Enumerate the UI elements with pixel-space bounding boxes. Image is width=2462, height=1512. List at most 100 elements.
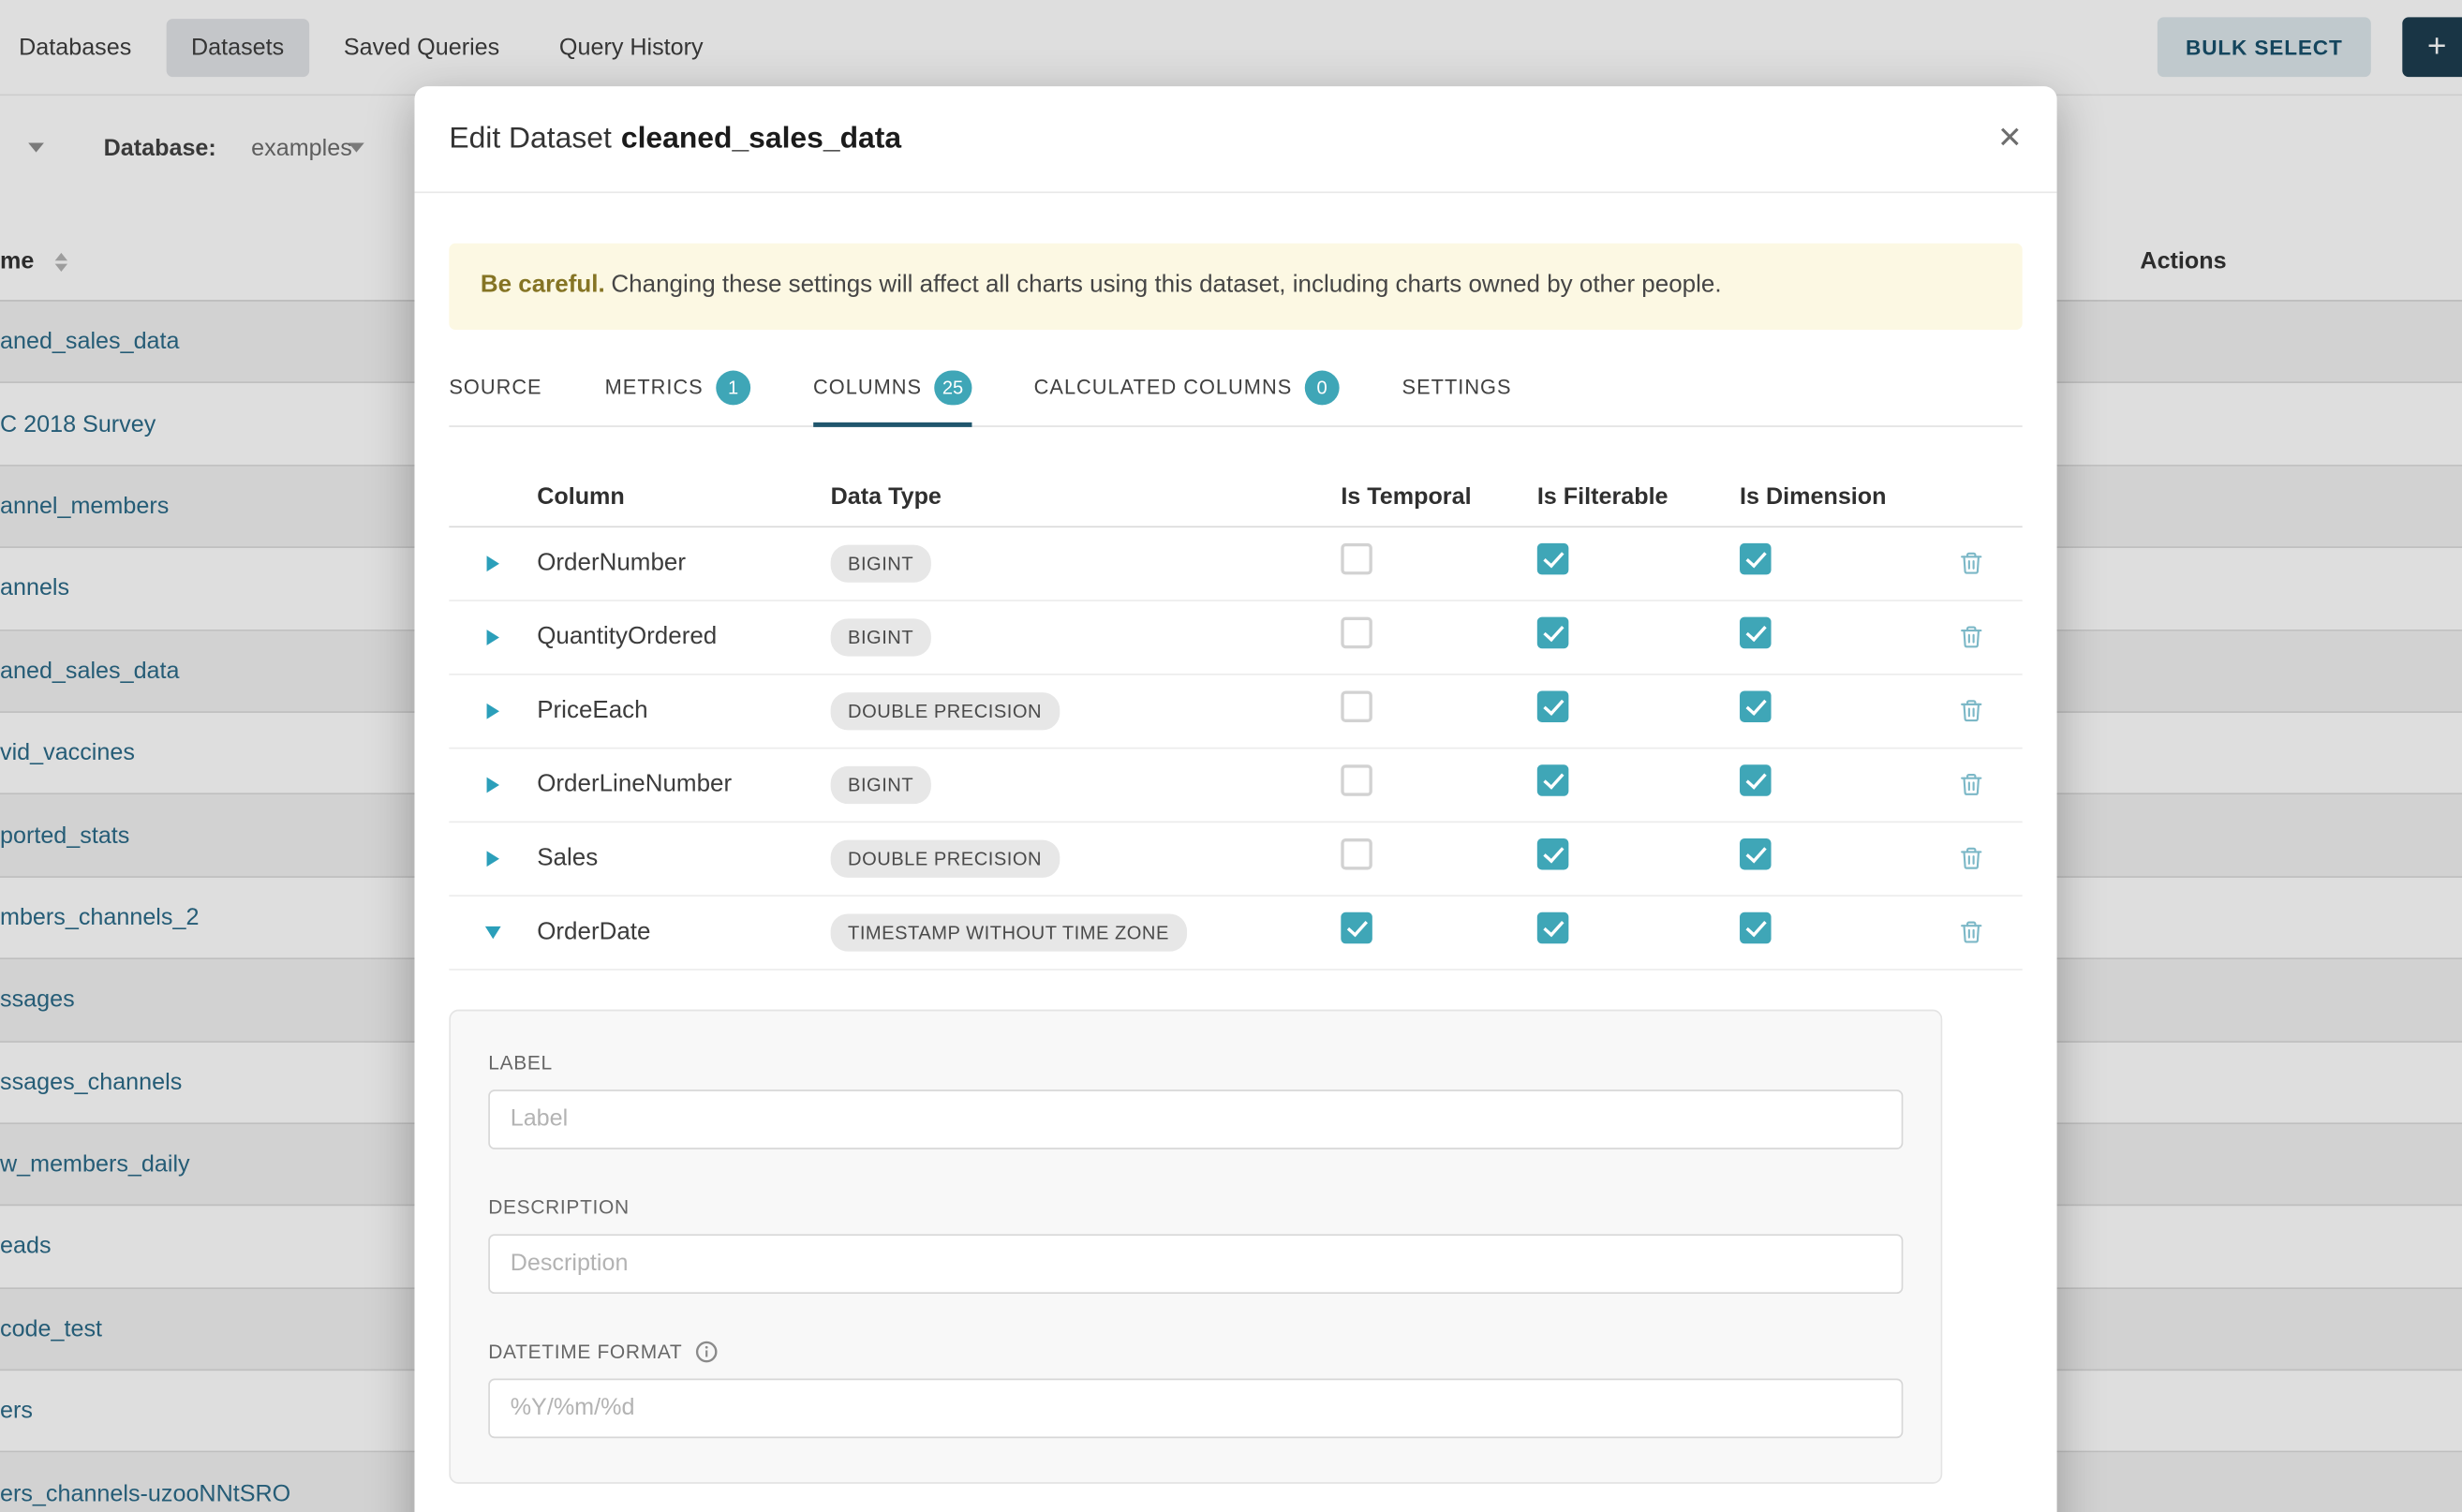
columns-table-body: OrderNumberBIGINTQuantityOrderedBIGINTPr… bbox=[449, 527, 2022, 971]
column-name: OrderLineNumber bbox=[537, 771, 732, 797]
tab-label: SOURCE bbox=[449, 376, 541, 399]
is-dimension-checkbox-cell bbox=[1740, 765, 1942, 805]
expand-cell bbox=[449, 851, 537, 867]
close-icon[interactable]: ✕ bbox=[1997, 124, 2023, 154]
tab-calculated-columns[interactable]: CALCULATED COLUMNS0 bbox=[1034, 355, 1340, 425]
modal-title-prefix: Edit Dataset bbox=[449, 122, 611, 155]
trash-icon bbox=[1958, 919, 1984, 945]
tab-metrics[interactable]: METRICS1 bbox=[605, 355, 750, 425]
modal-tabs: SOURCE METRICS1 COLUMNS 25 CALCULATED COLUMN… bbox=[449, 355, 2022, 427]
tab-label: SETTINGS bbox=[1402, 376, 1512, 399]
description-input[interactable] bbox=[488, 1234, 1903, 1294]
data-type-cell: TIMESTAMP WITHOUT TIME ZONE bbox=[831, 913, 1342, 951]
is-dimension-checkbox[interactable] bbox=[1740, 839, 1772, 871]
is-temporal-checkbox[interactable] bbox=[1341, 839, 1372, 871]
is-dimension-checkbox[interactable] bbox=[1740, 691, 1772, 723]
tab-label: METRICS bbox=[605, 376, 704, 399]
trash-icon bbox=[1958, 550, 1984, 576]
column-row: SalesDOUBLE PRECISION bbox=[449, 823, 2022, 897]
expand-caret-icon[interactable] bbox=[487, 851, 499, 867]
info-icon[interactable] bbox=[695, 1341, 717, 1362]
column-header-is-dimension: Is Dimension bbox=[1740, 483, 1942, 510]
delete-column-button[interactable] bbox=[1955, 547, 1988, 580]
expand-cell bbox=[449, 630, 537, 645]
expand-caret-icon[interactable] bbox=[487, 556, 499, 571]
is-dimension-checkbox-cell bbox=[1740, 691, 1942, 731]
expand-caret-icon[interactable] bbox=[487, 704, 499, 719]
is-filterable-checkbox[interactable] bbox=[1537, 691, 1569, 723]
tab-settings[interactable]: SETTINGS bbox=[1402, 355, 1512, 425]
is-dimension-checkbox-cell bbox=[1740, 617, 1942, 657]
is-dimension-checkbox-cell bbox=[1740, 912, 1942, 952]
tab-label: COLUMNS bbox=[813, 376, 922, 399]
data-type-pill: DOUBLE PRECISION bbox=[831, 692, 1060, 730]
is-filterable-checkbox-cell bbox=[1537, 839, 1740, 879]
screen: DatabasesDatasetsSaved QueriesQuery Hist… bbox=[0, 0, 2462, 1512]
is-temporal-checkbox-cell bbox=[1341, 544, 1537, 584]
data-type-pill: BIGINT bbox=[831, 544, 931, 582]
expand-cell bbox=[449, 777, 537, 793]
modal-body: Be careful.Changing these settings will … bbox=[414, 244, 2056, 1484]
is-dimension-checkbox[interactable] bbox=[1740, 912, 1772, 944]
is-filterable-checkbox[interactable] bbox=[1537, 839, 1569, 871]
column-name-cell: OrderNumber bbox=[537, 549, 830, 577]
delete-column-button[interactable] bbox=[1955, 621, 1988, 654]
is-temporal-checkbox-cell bbox=[1341, 839, 1537, 879]
is-temporal-checkbox[interactable] bbox=[1341, 544, 1372, 576]
is-temporal-checkbox[interactable] bbox=[1341, 691, 1372, 723]
label-field-group: LABEL bbox=[488, 1052, 1903, 1149]
column-name-cell: OrderDate bbox=[537, 918, 830, 946]
column-header-data-type: Data Type bbox=[831, 483, 1342, 510]
label-field-label: LABEL bbox=[488, 1052, 1903, 1074]
column-header-is-temporal: Is Temporal bbox=[1341, 483, 1537, 510]
is-temporal-checkbox[interactable] bbox=[1341, 617, 1372, 649]
description-field-group: DESCRIPTION bbox=[488, 1196, 1903, 1294]
collapse-caret-icon[interactable] bbox=[485, 926, 501, 939]
is-filterable-checkbox-cell bbox=[1537, 765, 1740, 805]
column-header-is-filterable: Is Filterable bbox=[1537, 483, 1740, 510]
delete-column-button[interactable] bbox=[1955, 695, 1988, 728]
is-dimension-checkbox-cell bbox=[1740, 839, 1942, 879]
delete-column-button[interactable] bbox=[1955, 916, 1988, 949]
datetime-format-input[interactable] bbox=[488, 1378, 1903, 1438]
is-temporal-checkbox-cell bbox=[1341, 765, 1537, 805]
modal-title: Edit Datasetcleaned_sales_data bbox=[449, 122, 901, 156]
warning-banner-bold: Be careful. bbox=[481, 272, 605, 298]
delete-column-button[interactable] bbox=[1955, 768, 1988, 801]
expand-caret-icon[interactable] bbox=[487, 777, 499, 793]
delete-cell bbox=[1942, 916, 2022, 949]
is-filterable-checkbox-cell bbox=[1537, 544, 1740, 584]
is-dimension-checkbox[interactable] bbox=[1740, 544, 1772, 576]
expand-caret-icon[interactable] bbox=[487, 630, 499, 645]
column-name-cell: OrderLineNumber bbox=[537, 771, 830, 799]
warning-banner: Be careful.Changing these settings will … bbox=[449, 244, 2022, 330]
is-filterable-checkbox[interactable] bbox=[1537, 765, 1569, 797]
is-temporal-checkbox-cell bbox=[1341, 912, 1537, 952]
column-detail-panel: LABEL DESCRIPTION DATETIME FORMAT bbox=[449, 1010, 1942, 1484]
is-dimension-checkbox[interactable] bbox=[1740, 765, 1772, 797]
delete-column-button[interactable] bbox=[1955, 842, 1988, 875]
modal-header: Edit Datasetcleaned_sales_data ✕ bbox=[414, 86, 2056, 193]
trash-icon bbox=[1958, 845, 1984, 871]
delete-cell bbox=[1942, 842, 2022, 875]
is-dimension-checkbox[interactable] bbox=[1740, 617, 1772, 649]
column-name-cell: QuantityOrdered bbox=[537, 623, 830, 651]
trash-icon bbox=[1958, 772, 1984, 798]
tab-columns[interactable]: COLUMNS 25 bbox=[813, 355, 971, 425]
warning-banner-text: Changing these settings will affect all … bbox=[611, 272, 1721, 298]
is-filterable-checkbox[interactable] bbox=[1537, 617, 1569, 649]
delete-cell bbox=[1942, 695, 2022, 728]
delete-cell bbox=[1942, 621, 2022, 654]
is-dimension-checkbox-cell bbox=[1740, 544, 1942, 584]
column-header-column: Column bbox=[537, 483, 830, 510]
label-input[interactable] bbox=[488, 1090, 1903, 1149]
edit-dataset-modal: Edit Datasetcleaned_sales_data ✕ Be care… bbox=[414, 86, 2056, 1512]
tab-count-badge: 25 bbox=[934, 370, 971, 405]
is-filterable-checkbox-cell bbox=[1537, 912, 1740, 952]
is-temporal-checkbox[interactable] bbox=[1341, 912, 1372, 944]
is-temporal-checkbox[interactable] bbox=[1341, 765, 1372, 797]
is-filterable-checkbox[interactable] bbox=[1537, 544, 1569, 576]
tab-source[interactable]: SOURCE bbox=[449, 355, 541, 425]
data-type-cell: BIGINT bbox=[831, 618, 1342, 656]
is-filterable-checkbox[interactable] bbox=[1537, 912, 1569, 944]
